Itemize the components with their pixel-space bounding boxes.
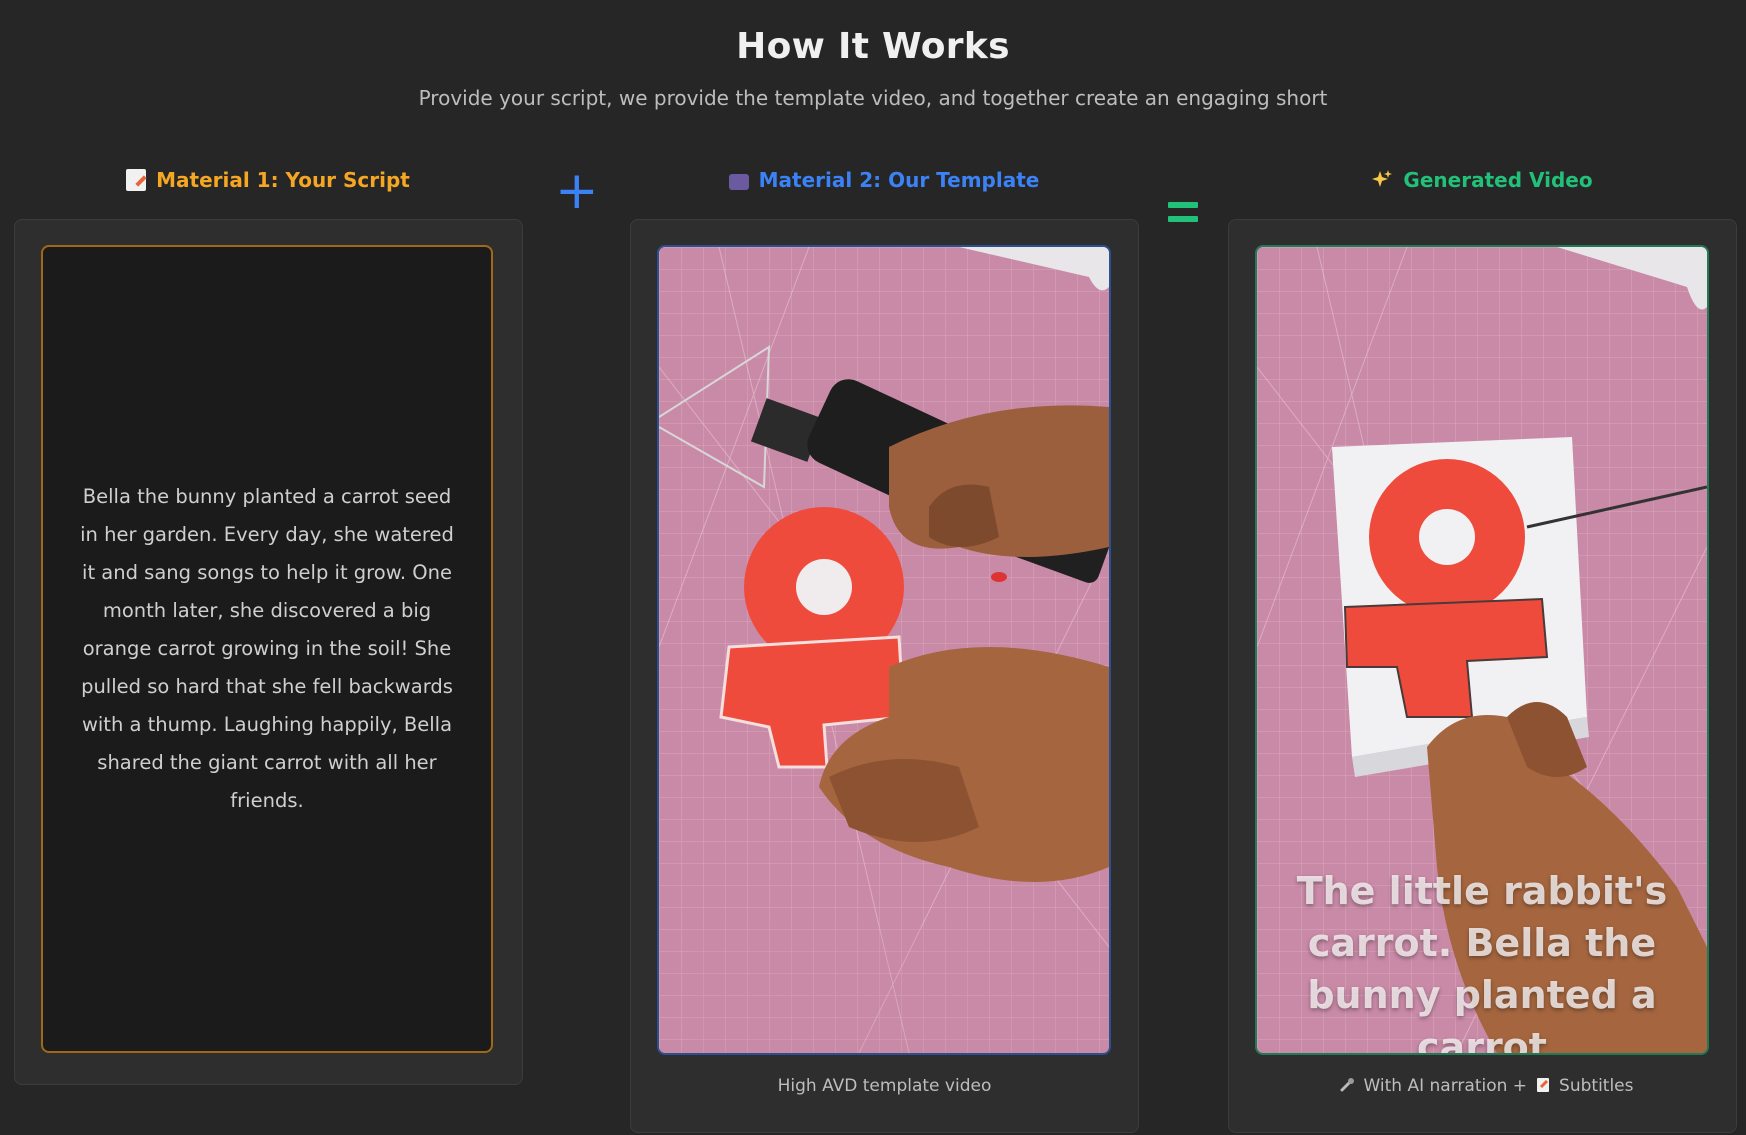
template-caption: High AVD template video (777, 1076, 992, 1096)
narration-text: With AI narration + (1363, 1076, 1528, 1096)
subtitles-text: Subtitles (1559, 1076, 1634, 1096)
section-subtitle: Provide your script, we provide the temp… (418, 86, 1328, 110)
microphone-icon (1339, 1077, 1355, 1093)
script-box: Bella the bunny planted a carrot seed in… (41, 245, 493, 1053)
equals-operator (1168, 200, 1198, 226)
script-label-text: Material 1: Your Script (156, 168, 410, 192)
template-video[interactable] (657, 245, 1111, 1055)
script-panel: Bella the bunny planted a carrot seed in… (14, 219, 523, 1085)
generated-video[interactable]: The little rabbit's carrot. Bella the bu… (1255, 245, 1709, 1055)
section-title: How It Works (736, 26, 1010, 67)
template-panel: High AVD template video (630, 219, 1139, 1133)
script-text: Bella the bunny planted a carrot seed in… (80, 485, 454, 812)
generated-caption: With AI narration + Subtitles (1229, 1076, 1736, 1096)
generated-label-text: Generated Video (1403, 168, 1593, 192)
memo-icon (1535, 1077, 1551, 1093)
template-column-label: Material 2: Our Template (630, 165, 1138, 195)
subtitle-overlay: The little rabbit's carrot. Bella the bu… (1296, 869, 1668, 1055)
script-column-label: Material 1: Your Script (14, 165, 522, 195)
plus-operator: + (555, 161, 599, 221)
how-it-works-section: How It Works Provide your script, we pro… (0, 0, 1746, 1135)
template-label-text: Material 2: Our Template (758, 168, 1040, 192)
generated-column-label: Generated Video (1228, 165, 1736, 195)
generated-panel: The little rabbit's carrot. Bella the bu… (1228, 219, 1737, 1133)
film-icon (728, 173, 749, 190)
sparkles-icon (1371, 169, 1393, 191)
memo-icon (126, 169, 147, 191)
